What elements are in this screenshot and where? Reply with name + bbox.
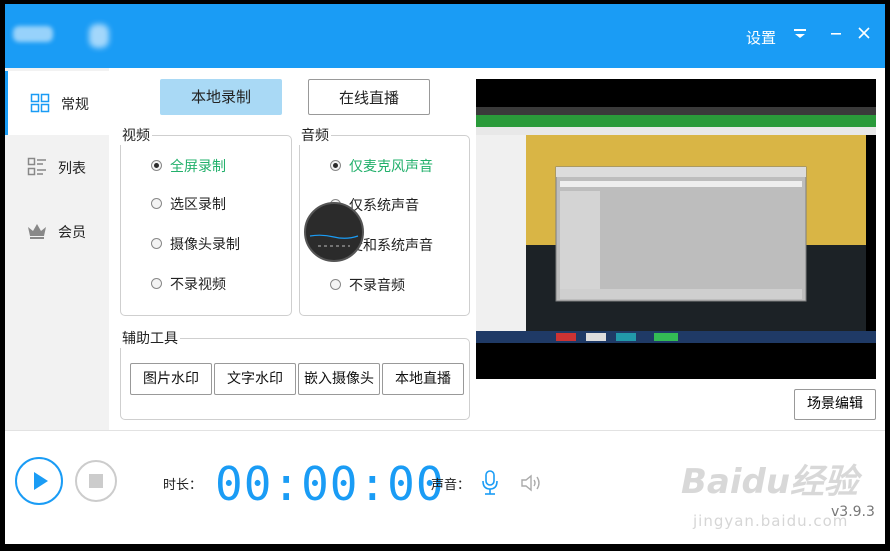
close-icon[interactable] <box>857 24 871 46</box>
screen-preview <box>476 79 876 379</box>
video-group-title: 视频 <box>120 125 152 145</box>
scene-edit-button[interactable]: 场景编辑 <box>794 389 876 420</box>
local-record-button[interactable]: 本地录制 <box>160 79 282 115</box>
speaker-icon[interactable] <box>520 473 544 497</box>
sidebar-item-vip[interactable]: 会员 <box>5 199 109 263</box>
floating-volume-widget[interactable] <box>304 202 364 262</box>
sound-label: 声音： <box>431 478 471 493</box>
settings-button[interactable]: 设置 <box>746 27 776 48</box>
app-window: 设置 常规 列表 会员 本地录制 在线直播 视频 全屏录制 选区录制 摄像头录制… <box>5 4 885 544</box>
minimize-icon[interactable] <box>829 24 843 46</box>
image-watermark-button[interactable]: 图片水印 <box>130 363 212 395</box>
title-bar: 设置 <box>5 4 885 68</box>
baidu-watermark: Baidu经验 <box>681 462 859 502</box>
menu-icon[interactable] <box>793 24 807 46</box>
crown-icon <box>27 221 47 241</box>
sidebar-item-list[interactable]: 列表 <box>5 135 109 199</box>
duration-label: 时长： <box>163 478 203 493</box>
divider <box>5 430 885 431</box>
desktop-thumbnail <box>476 107 876 343</box>
radio-icon <box>151 238 162 249</box>
record-start-button[interactable] <box>15 457 63 505</box>
sidebar-item-general[interactable]: 常规 <box>5 71 109 135</box>
sidebar-item-label: 列表 <box>58 161 86 177</box>
microphone-icon[interactable] <box>481 470 499 500</box>
text-watermark-button[interactable]: 文字水印 <box>214 363 296 395</box>
sidebar-item-label: 会员 <box>58 225 86 241</box>
audio-group-title: 音频 <box>299 125 331 145</box>
live-stream-button[interactable]: 在线直播 <box>308 79 430 115</box>
app-name-blurred <box>89 24 109 48</box>
list-icon <box>27 157 47 177</box>
embed-camera-button[interactable]: 嵌入摄像头 <box>298 363 380 395</box>
duration-timer: 00:00:00 <box>215 457 445 511</box>
baidu-watermark-url: jingyan.baidu.com <box>693 512 849 530</box>
radio-icon <box>330 160 341 171</box>
tools-group-title: 辅助工具 <box>120 328 180 348</box>
play-icon <box>34 472 48 490</box>
sidebar: 常规 列表 会员 <box>5 68 109 430</box>
grid-icon <box>30 93 50 113</box>
stop-icon <box>89 474 103 488</box>
radio-icon <box>330 279 341 290</box>
version-label: v3.9.3 <box>831 504 875 520</box>
local-live-button[interactable]: 本地直播 <box>382 363 464 395</box>
radio-icon <box>151 198 162 209</box>
app-logo-blurred <box>13 26 53 42</box>
radio-icon <box>151 160 162 171</box>
radio-icon <box>151 278 162 289</box>
sidebar-item-label: 常规 <box>61 97 89 113</box>
record-stop-button[interactable] <box>75 460 117 502</box>
